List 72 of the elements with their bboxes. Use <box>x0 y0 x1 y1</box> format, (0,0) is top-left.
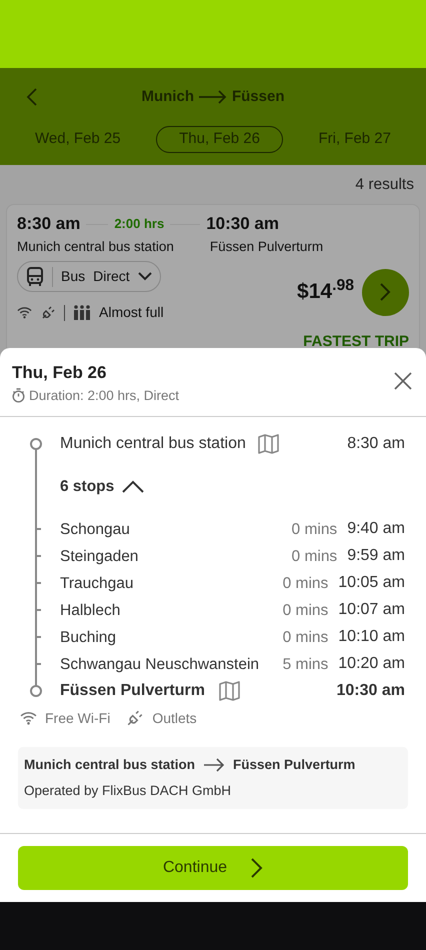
stop-name: Schongau <box>60 520 130 540</box>
stop-tick <box>35 609 41 612</box>
stop-time: 9:40 am <box>347 519 405 540</box>
stop-name: Munich central bus station <box>60 434 246 454</box>
stop-tick <box>35 555 41 558</box>
wifi-icon <box>20 711 37 726</box>
route-destination: Füssen <box>232 86 284 107</box>
arrow-icon <box>198 90 228 104</box>
transport-type: Direct <box>93 267 130 286</box>
operator-origin: Munich central bus station <box>24 756 196 774</box>
trip-card[interactable]: 8:30 am 2:00 hrs 10:30 am Munich central bus station Füssen Pulverturm Bus Direct Almost full $14$^{.98}$ FASTEST TRIP <box>6 204 420 348</box>
arrival-time: 10:30 am <box>206 213 279 236</box>
stop-tick <box>35 663 41 666</box>
chevron-right-icon <box>251 858 264 878</box>
chevron-up-icon <box>122 480 144 494</box>
amenity-label: Free Wi-Fi <box>45 708 110 728</box>
wifi-icon <box>17 306 32 319</box>
stop-tick <box>35 582 41 584</box>
stop-wait: 0 mins <box>282 600 328 621</box>
people-icon <box>73 305 91 320</box>
map-icon[interactable] <box>258 434 279 454</box>
operator-destination: Füssen Pulverturm <box>233 756 356 774</box>
map-icon[interactable] <box>218 681 240 702</box>
stop-time: 8:30 am <box>347 434 405 454</box>
fastest-trip-label: FASTEST TRIP <box>303 333 409 348</box>
stop-time: 10:05 am <box>338 573 405 594</box>
stop-time: 10:20 am <box>338 654 405 674</box>
plug-icon <box>40 304 56 320</box>
stop-tick <box>35 528 41 530</box>
stop-name: Füssen Pulverturm <box>60 681 205 702</box>
stops-toggle[interactable]: 6 stops <box>60 475 144 498</box>
stop-time: 10:10 am <box>338 627 405 648</box>
stopwatch-icon <box>12 388 25 404</box>
back-icon[interactable] <box>26 88 38 106</box>
route-origin: Munich <box>141 86 194 107</box>
transport-pill[interactable]: Bus Direct <box>17 261 161 292</box>
stop-wait: 0 mins <box>292 546 338 567</box>
bus-icon <box>26 266 44 286</box>
duration-text: Duration: 2:00 hrs, Direct <box>29 386 180 404</box>
stop-wait: 0 mins <box>292 520 338 540</box>
price: $14$^{.98}$ <box>297 276 354 306</box>
stop-name: Schwangau Neuschwanstein <box>60 654 260 675</box>
stop-wait: 0 mins <box>282 628 328 648</box>
stop-time: 9:59 am <box>347 546 405 566</box>
transport-mode: Bus <box>61 267 86 286</box>
arrival-station: Füssen Pulverturm <box>210 238 324 256</box>
stop-time: 10:30 am <box>336 681 405 702</box>
stop-name: Halblech <box>60 600 120 621</box>
departure-time: 8:30 am <box>17 213 80 236</box>
plug-icon <box>126 709 144 728</box>
chevron-right-icon <box>380 283 391 301</box>
amenity-label: Outlets <box>152 708 197 728</box>
stop-marker <box>30 438 42 450</box>
stop-wait: 0 mins <box>282 574 328 594</box>
stop-marker <box>30 685 42 698</box>
stop-wait: 5 mins <box>282 654 328 675</box>
operator-text: Operated by FlixBus DACH GmbH <box>24 782 232 800</box>
arrow-icon <box>203 758 226 772</box>
continue-button[interactable]: Continue <box>18 846 408 890</box>
occupancy-label: Almost full <box>99 303 164 322</box>
stop-name: Buching <box>60 628 116 648</box>
trip-duration: 2:00 hrs <box>114 215 164 234</box>
chevron-down-icon <box>138 272 152 281</box>
close-icon[interactable] <box>394 372 412 390</box>
stop-tick <box>35 636 41 638</box>
sheet-title: Thu, Feb 26 <box>12 362 108 384</box>
stop-name: Steingaden <box>60 546 138 567</box>
next-button[interactable] <box>362 268 409 316</box>
stop-name: Trauchgau <box>60 574 134 594</box>
stop-time: 10:07 am <box>338 600 405 620</box>
departure-station: Munich central bus station <box>17 238 174 256</box>
results-count: 4 results <box>355 176 414 193</box>
